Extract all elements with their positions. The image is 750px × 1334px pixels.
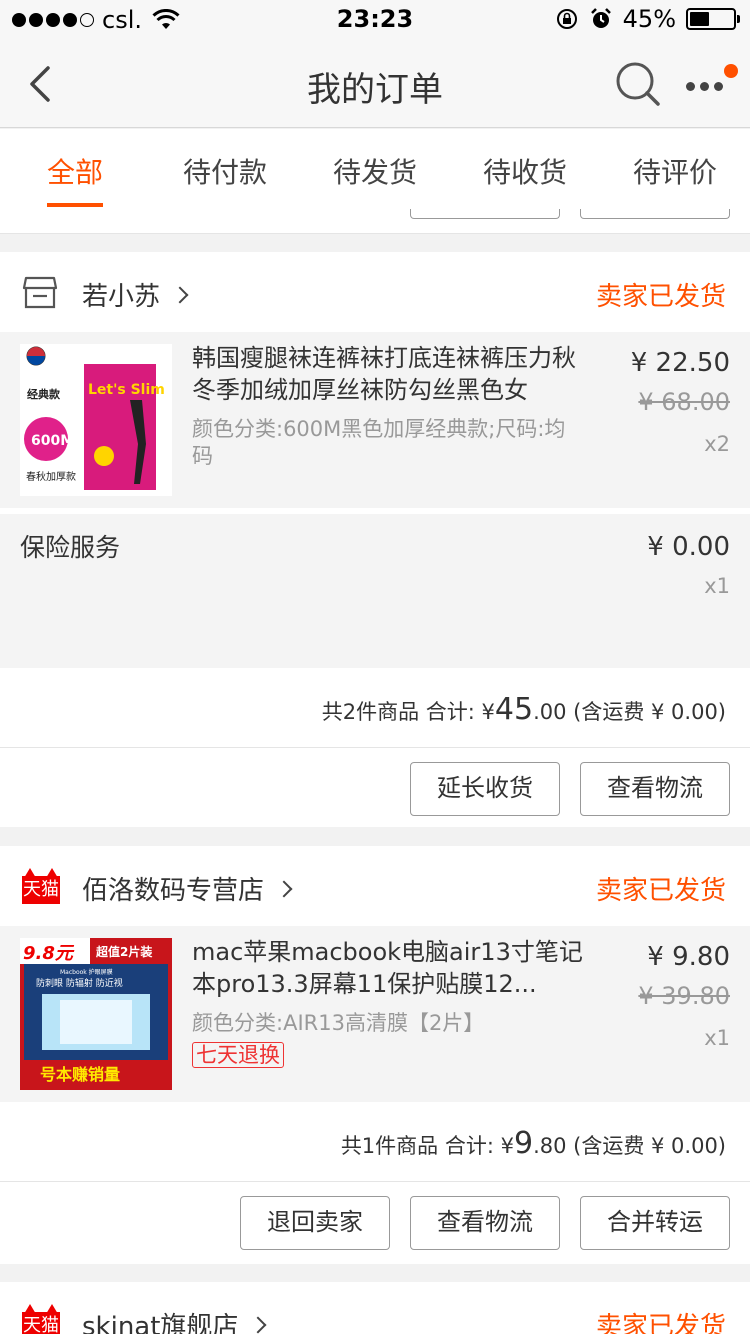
- shop-name[interactable]: 若小苏: [82, 276, 189, 313]
- item-price: ¥ 9.80: [647, 942, 730, 972]
- total-prefix: 共1件商品 合计: ¥: [340, 1134, 514, 1158]
- notification-badge: [724, 64, 738, 78]
- thumb-bottom-label: 春秋加厚款: [26, 470, 76, 483]
- order-status: 卖家已发货: [595, 876, 726, 906]
- total-prefix: 共2件商品 合计: ¥: [321, 700, 495, 724]
- item-title[interactable]: mac苹果macbook电脑air13寸笔记本pro13.3屏幕11保护贴膜12…: [192, 936, 592, 1000]
- order-tabs: 全部 待付款 待发货 待收货 待评价: [0, 129, 750, 209]
- total-cents: .80: [533, 1134, 567, 1158]
- order-card: 若小苏 卖家已发货 经典款 600M 春秋加厚款 Let's Slim 韩国瘦腿…: [0, 252, 750, 827]
- tab-pending-shipment[interactable]: 待发货: [300, 129, 450, 209]
- tab-pending-receipt[interactable]: 待收货: [450, 129, 600, 209]
- chevron-right-icon: [249, 1316, 267, 1333]
- chevron-right-icon: [171, 286, 189, 303]
- tmall-badge: 天猫: [22, 1312, 60, 1334]
- tab-all[interactable]: 全部: [0, 129, 150, 209]
- tab-pending-review[interactable]: 待评价: [600, 129, 750, 209]
- total-cents: .00: [533, 700, 567, 724]
- item-price: ¥ 22.50: [630, 348, 730, 378]
- order-status: 卖家已发货: [595, 1312, 726, 1334]
- insurance-quantity: x1: [704, 574, 730, 598]
- return-policy-tag-wrap: 七天退换: [192, 1042, 284, 1068]
- order-total: 共1件商品 合计: ¥9.80 (含运费 ¥ 0.00): [341, 1126, 726, 1161]
- shop-header[interactable]: 若小苏 卖家已发货: [0, 252, 750, 332]
- shipping-fee: (含运费 ¥ 0.00): [566, 700, 726, 724]
- alarm-icon: [590, 8, 611, 28]
- battery-icon: [686, 8, 740, 30]
- order-summary: 共2件商品 合计: ¥45.00 (含运费 ¥ 0.00): [0, 668, 750, 748]
- shop-header[interactable]: 天猫 skinat旗舰店 卖家已发货: [0, 1282, 750, 1334]
- more-menu-button[interactable]: [686, 64, 738, 98]
- shop-name[interactable]: skinat旗舰店: [82, 1306, 267, 1334]
- item-original-price: ¥ 68.00: [638, 388, 730, 416]
- view-logistics-button[interactable]: 查看物流: [410, 1196, 560, 1250]
- merge-forward-button[interactable]: 合并转运: [580, 1196, 730, 1250]
- order-status: 卖家已发货: [595, 282, 726, 312]
- return-to-seller-button[interactable]: 退回卖家: [240, 1196, 390, 1250]
- product-thumbnail[interactable]: 经典款 600M 春秋加厚款 Let's Slim: [20, 344, 172, 496]
- insurance-item[interactable]: 保险服务 ¥ 0.00 x1: [0, 514, 750, 668]
- status-bar: csl. 23:23 45%: [0, 0, 750, 40]
- more-icon: [686, 82, 723, 91]
- insurance-price: ¥ 0.00: [647, 532, 730, 562]
- rotation-lock-icon: [556, 9, 577, 29]
- order-actions: 退回卖家 查看物流 合并转运: [0, 1182, 750, 1262]
- thumb-price-tag: 9.8元: [23, 943, 75, 964]
- item-spec: 颜色分类:AIR13高清膜【2片】: [192, 1011, 485, 1035]
- nav-bar: 我的订单: [0, 40, 750, 128]
- thumb-brand: Let's Slim: [88, 382, 165, 398]
- previous-order-button[interactable]: [410, 209, 560, 219]
- shop-name-text: skinat旗舰店: [82, 1312, 239, 1334]
- product-thumbnail[interactable]: 9.8元 超值2片装 Macbook 护眼屏膜 防刺眼 防辐射 防近视 号本赚销…: [20, 938, 172, 1090]
- item-title[interactable]: 韩国瘦腿袜连裤袜打底连袜裤压力秋冬季加绒加厚丝袜防勾丝黑色女: [192, 342, 592, 406]
- order-item[interactable]: 9.8元 超值2片装 Macbook 护眼屏膜 防刺眼 防辐射 防近视 号本赚销…: [0, 926, 750, 1102]
- total-amount: 9: [513, 1126, 534, 1161]
- item-original-price: ¥ 39.80: [638, 982, 730, 1010]
- thumb-footer: 号本赚销量: [40, 1065, 120, 1084]
- order-card: 天猫 佰洛数码专营店 卖家已发货 9.8元 超值2片装 Macbook 护眼屏膜…: [0, 846, 750, 1264]
- view-logistics-button[interactable]: 查看物流: [580, 762, 730, 816]
- status-right: 45%: [555, 5, 740, 33]
- shop-name-text: 佰洛数码专营店: [82, 876, 265, 906]
- tmall-icon: 天猫: [22, 866, 60, 906]
- extend-receipt-button[interactable]: 延长收货: [410, 762, 560, 816]
- thumb-top-label: 经典款: [27, 387, 61, 401]
- return-policy-tag: 七天退换: [192, 1042, 284, 1068]
- battery-percent: 45%: [622, 5, 676, 33]
- item-quantity: x2: [704, 432, 730, 456]
- shop-header[interactable]: 天猫 佰洛数码专营店 卖家已发货: [0, 846, 750, 926]
- thumb-sub: Macbook 护眼屏膜: [60, 968, 113, 976]
- order-actions: 延长收货 查看物流: [0, 748, 750, 828]
- store-icon: [22, 276, 58, 309]
- insurance-title: 保险服务: [20, 533, 121, 562]
- item-quantity: x1: [704, 1026, 730, 1050]
- search-icon[interactable]: [614, 60, 662, 108]
- item-spec: 颜色分类:600M黑色加厚经典款;尺码:均码: [192, 417, 566, 468]
- thumb-badge: 600M: [31, 433, 74, 449]
- order-total: 共2件商品 合计: ¥45.00 (含运费 ¥ 0.00): [322, 692, 726, 727]
- previous-order-button[interactable]: [580, 209, 730, 219]
- tab-pending-payment[interactable]: 待付款: [150, 129, 300, 209]
- shipping-fee: (含运费 ¥ 0.00): [566, 1134, 726, 1158]
- shop-name[interactable]: 佰洛数码专营店: [82, 870, 293, 907]
- tmall-icon: 天猫: [22, 1302, 60, 1334]
- thumb-deal: 超值2片装: [95, 944, 152, 959]
- order-item[interactable]: 经典款 600M 春秋加厚款 Let's Slim 韩国瘦腿袜连裤袜打底连袜裤压…: [0, 332, 750, 508]
- order-list[interactable]: 若小苏 卖家已发货 经典款 600M 春秋加厚款 Let's Slim 韩国瘦腿…: [0, 209, 750, 1334]
- total-amount: 45: [494, 692, 534, 727]
- order-summary: 共1件商品 合计: ¥9.80 (含运费 ¥ 0.00): [0, 1102, 750, 1182]
- tmall-badge: 天猫: [22, 876, 60, 904]
- chevron-right-icon: [275, 880, 293, 897]
- thumb-features: 防刺眼 防辐射 防近视: [36, 977, 123, 989]
- shop-name-text: 若小苏: [82, 282, 161, 312]
- order-card: 天猫 skinat旗舰店 卖家已发货: [0, 1282, 750, 1334]
- previous-order-tail: [0, 209, 750, 234]
